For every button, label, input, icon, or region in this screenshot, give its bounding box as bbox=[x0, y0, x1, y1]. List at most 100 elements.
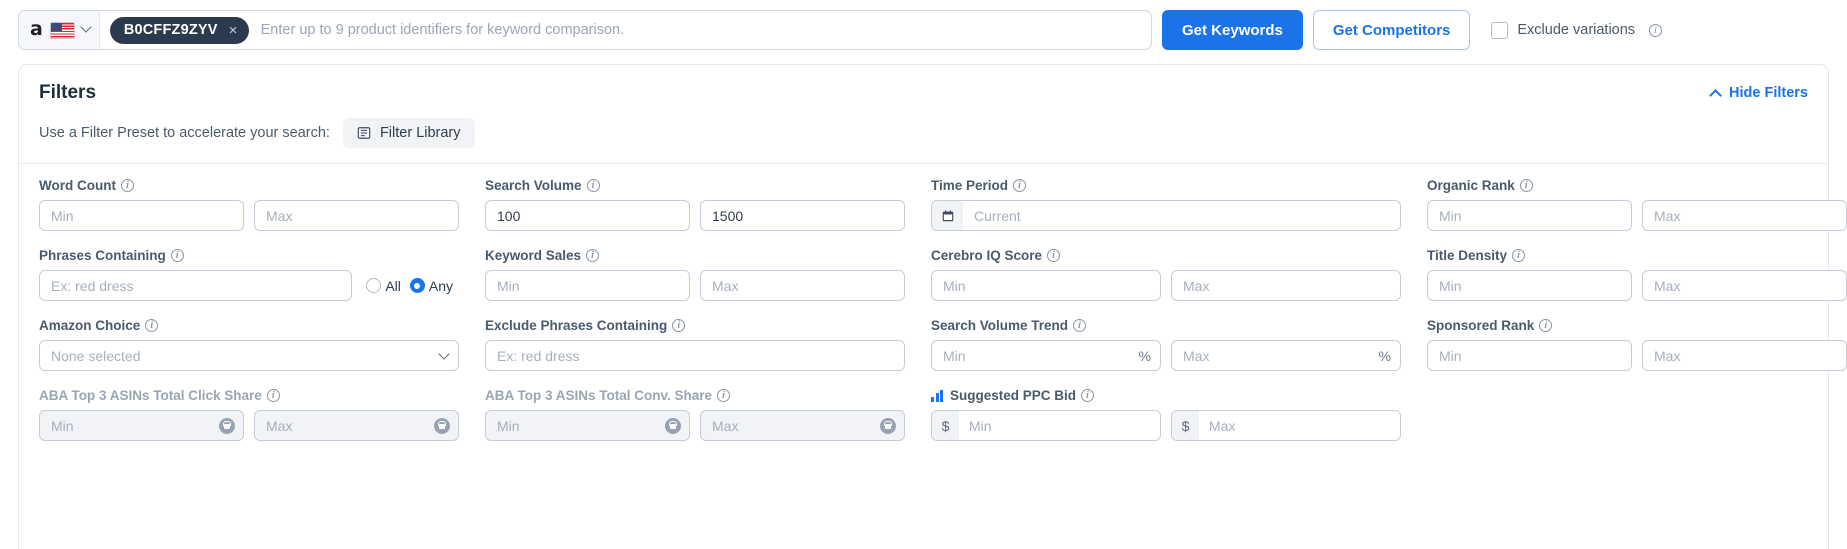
info-icon[interactable]: i bbox=[586, 249, 600, 262]
keyword-sales-min-input[interactable] bbox=[485, 270, 690, 301]
filter-label: Word Count i bbox=[39, 178, 459, 193]
cerebro-iq-min-input[interactable] bbox=[931, 270, 1161, 301]
label-text: Search Volume Trend bbox=[931, 318, 1069, 333]
exclude-variations-label: Exclude variations bbox=[1517, 22, 1636, 38]
filter-organic-rank: Organic Rank i bbox=[1427, 178, 1847, 231]
label-text: ABA Top 3 ASINs Total Conv. Share bbox=[485, 388, 713, 403]
remove-asin-icon[interactable]: × bbox=[229, 23, 238, 38]
info-icon[interactable]: i bbox=[1519, 179, 1533, 192]
info-icon[interactable]: i bbox=[1649, 23, 1663, 37]
label-text: Amazon Choice bbox=[39, 318, 141, 333]
label-text: Title Density bbox=[1427, 248, 1508, 263]
word-count-max-input[interactable] bbox=[254, 200, 459, 231]
chevron-up-icon bbox=[1709, 88, 1722, 102]
label-text: Organic Rank bbox=[1427, 178, 1515, 193]
info-icon[interactable]: i bbox=[145, 319, 159, 332]
info-icon[interactable]: i bbox=[1047, 249, 1061, 262]
exclude-phrases-input[interactable] bbox=[485, 340, 905, 371]
lock-icon bbox=[434, 417, 450, 434]
ppc-bid-max-field[interactable]: $ bbox=[1171, 410, 1401, 441]
label-text: Exclude Phrases Containing bbox=[485, 318, 668, 333]
filter-label: Cerebro IQ Score i bbox=[931, 248, 1401, 263]
ppc-bid-max-input[interactable] bbox=[1199, 411, 1400, 440]
word-count-min-input[interactable] bbox=[39, 200, 244, 231]
info-icon[interactable]: i bbox=[266, 389, 280, 402]
get-competitors-button[interactable]: Get Competitors bbox=[1312, 10, 1471, 50]
filters-panel-header: Filters Hide Filters bbox=[39, 82, 1808, 104]
exclude-variations-checkbox[interactable] bbox=[1491, 21, 1509, 39]
info-icon[interactable]: i bbox=[586, 179, 600, 192]
filter-word-count: Word Count i bbox=[39, 178, 459, 231]
calendar-icon[interactable] bbox=[932, 201, 963, 230]
currency-symbol: $ bbox=[932, 411, 959, 440]
info-icon[interactable]: i bbox=[1512, 249, 1526, 262]
phrases-match-radio-group[interactable]: All Any bbox=[362, 278, 459, 294]
info-icon[interactable]: i bbox=[120, 179, 134, 192]
lock-icon bbox=[665, 417, 681, 434]
exclude-variations-control[interactable]: Exclude variations i bbox=[1491, 21, 1663, 39]
ppc-bid-min-input[interactable] bbox=[959, 411, 1160, 440]
filter-label: Exclude Phrases Containing i bbox=[485, 318, 905, 333]
aba-click-share-max-input bbox=[254, 410, 459, 441]
sponsored-rank-max-input[interactable] bbox=[1642, 340, 1847, 371]
filter-label: Search Volume Trend i bbox=[931, 318, 1401, 333]
radio-any[interactable] bbox=[409, 278, 425, 293]
info-icon[interactable]: i bbox=[1013, 179, 1027, 192]
aba-click-share-min-input bbox=[39, 410, 244, 441]
radio-all[interactable] bbox=[366, 278, 382, 293]
info-icon[interactable]: i bbox=[170, 249, 184, 262]
filter-amazon-choice: Amazon Choice i None selected bbox=[39, 318, 459, 371]
sv-trend-max-input[interactable] bbox=[1171, 340, 1401, 371]
get-keywords-button[interactable]: Get Keywords bbox=[1162, 10, 1303, 50]
info-icon[interactable]: i bbox=[717, 389, 731, 402]
filter-time-period: Time Period i Current bbox=[931, 178, 1401, 231]
label-text: Word Count bbox=[39, 178, 116, 193]
search-input[interactable] bbox=[258, 11, 1141, 49]
filter-label: Time Period i bbox=[931, 178, 1401, 193]
radio-all-label: All bbox=[385, 277, 401, 294]
title-density-max-input[interactable] bbox=[1642, 270, 1847, 301]
aba-conv-share-max-input bbox=[700, 410, 905, 441]
bar-chart-icon bbox=[931, 389, 943, 402]
amazon-logo-icon: a bbox=[30, 17, 43, 40]
info-icon[interactable]: i bbox=[1073, 319, 1087, 332]
search-volume-max-input[interactable] bbox=[700, 200, 905, 231]
label-text: Suggested PPC Bid bbox=[950, 388, 1077, 403]
keyword-sales-max-input[interactable] bbox=[700, 270, 905, 301]
phrases-containing-input[interactable] bbox=[39, 270, 353, 301]
marketplace-selector[interactable]: a bbox=[19, 11, 100, 49]
asin-chip[interactable]: B0CFFZ9ZYV × bbox=[109, 16, 249, 44]
label-text: Phrases Containing bbox=[39, 248, 166, 263]
cerebro-iq-max-input[interactable] bbox=[1171, 270, 1401, 301]
search-volume-min-input[interactable] bbox=[485, 200, 690, 231]
time-period-value: Current bbox=[974, 207, 1021, 224]
sponsored-rank-min-input[interactable] bbox=[1427, 340, 1632, 371]
label-text: Keyword Sales bbox=[485, 248, 582, 263]
info-icon[interactable]: i bbox=[672, 319, 686, 332]
organic-rank-min-input[interactable] bbox=[1427, 200, 1632, 231]
title-density-min-input[interactable] bbox=[1427, 270, 1632, 301]
product-search-bar[interactable]: a B0CFFZ9ZYV × bbox=[18, 10, 1152, 50]
filters-panel: Filters Hide Filters Use a Filter Preset… bbox=[18, 64, 1847, 549]
ppc-bid-min-field[interactable]: $ bbox=[931, 410, 1161, 441]
filter-keyword-sales: Keyword Sales i bbox=[485, 248, 905, 301]
percent-suffix: % bbox=[1378, 347, 1391, 364]
hide-filters-button[interactable]: Hide Filters bbox=[1709, 82, 1808, 102]
filter-suggested-ppc-bid: Suggested PPC Bid i $ $ bbox=[931, 388, 1401, 441]
filter-label: Sponsored Rank i bbox=[1427, 318, 1847, 333]
lock-icon bbox=[880, 417, 896, 434]
us-flag-icon bbox=[49, 21, 75, 39]
filter-exclude-phrases-containing: Exclude Phrases Containing i bbox=[485, 318, 905, 371]
info-icon[interactable]: i bbox=[1539, 319, 1553, 332]
amazon-choice-select[interactable]: None selected bbox=[39, 340, 459, 371]
filter-library-button[interactable]: Filter Library bbox=[342, 118, 475, 148]
filter-label: Amazon Choice i bbox=[39, 318, 459, 333]
filter-title-density: Title Density i bbox=[1427, 248, 1847, 301]
time-period-field[interactable]: Current bbox=[931, 200, 1401, 231]
info-icon[interactable]: i bbox=[1081, 389, 1095, 402]
filter-label: Organic Rank i bbox=[1427, 178, 1847, 193]
chevron-down-icon[interactable] bbox=[80, 21, 92, 33]
label-text: Time Period bbox=[931, 178, 1009, 193]
sv-trend-min-input[interactable] bbox=[931, 340, 1161, 371]
organic-rank-max-input[interactable] bbox=[1642, 200, 1847, 231]
